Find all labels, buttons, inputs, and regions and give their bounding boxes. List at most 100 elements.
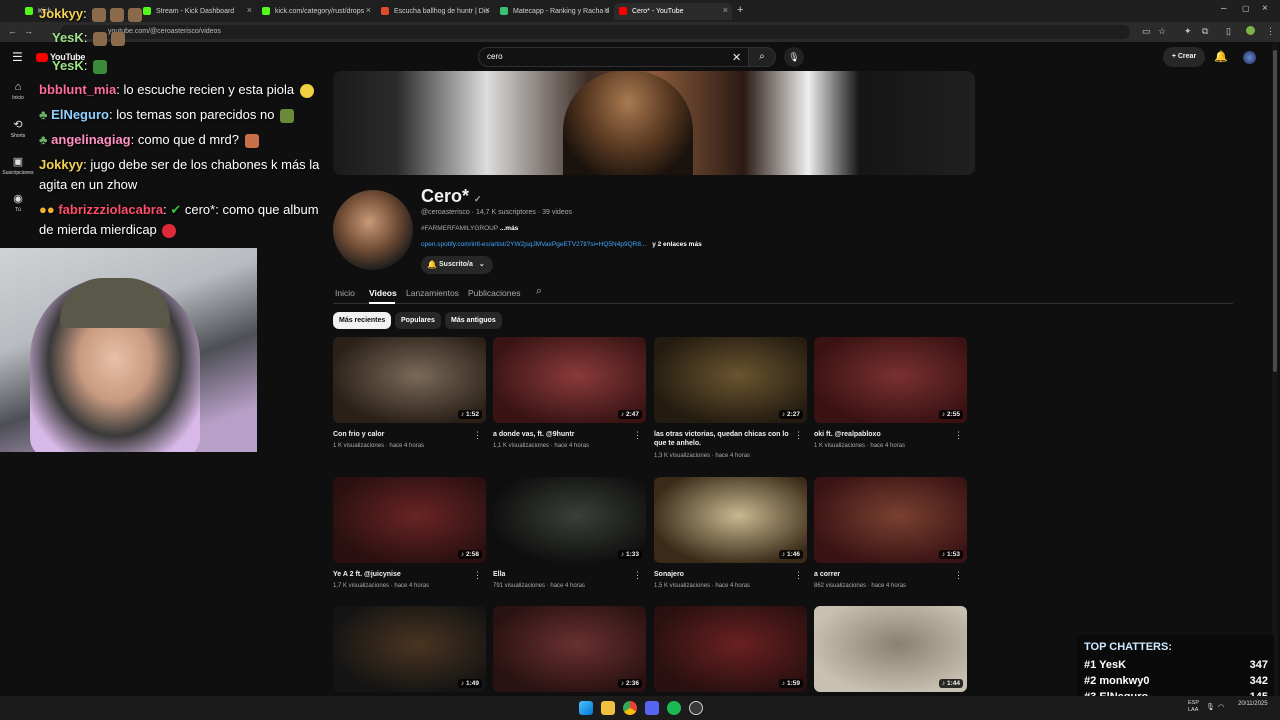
video-card[interactable]: ♪ 2:58 Ye A 2 ft. @juicynise 1,7 K visuali… (333, 477, 486, 589)
channel-search-icon[interactable]: ⌕ (536, 285, 542, 298)
channel-description[interactable]: #FARMERFAMILYGROUP ...más (421, 225, 518, 232)
video-title[interactable]: a correr (814, 570, 954, 579)
emote-icon (92, 7, 107, 22)
maximize-icon[interactable]: ▢ (1242, 4, 1250, 13)
hamburger-menu-icon[interactable]: ☰ (12, 50, 23, 64)
video-card[interactable]: ♪ 2:47 a donde vas, ft. @9huntr 1,1 K visu… (493, 337, 646, 449)
close-icon[interactable]: × (485, 5, 490, 15)
video-thumbnail[interactable]: ♪ 2:55 (814, 337, 967, 423)
extension-icon[interactable]: ✦ (1184, 26, 1192, 37)
minimize-icon[interactable]: – (1221, 3, 1227, 14)
discord-icon[interactable] (645, 701, 659, 715)
video-title[interactable]: Con frio y calor (333, 430, 473, 439)
cast-icon[interactable]: ▭ (1142, 26, 1151, 37)
video-menu-kebab-icon[interactable]: ⋮ (473, 570, 482, 581)
close-icon[interactable]: × (366, 5, 371, 15)
video-title[interactable]: Ella (493, 570, 633, 579)
spotify-icon[interactable] (667, 701, 681, 715)
sidebar-item-shorts[interactable]: ⟲ Shorts (0, 118, 36, 139)
video-thumbnail[interactable]: ♪ 1:49 (333, 606, 486, 692)
video-card[interactable]: ♪ 1:59 (654, 606, 807, 692)
video-title[interactable]: Sonajero (654, 570, 794, 579)
close-icon[interactable]: × (604, 5, 609, 15)
tab-inicio[interactable]: Inicio (335, 288, 355, 298)
sidebar-item-subscriptions[interactable]: ▣ Suscripciones (0, 155, 36, 176)
sidebar-item-home[interactable]: ⌂ Inicio (0, 81, 36, 101)
browser-tab[interactable]: Matecapp - Ranking y Racha d × (495, 3, 613, 20)
profile-icon[interactable] (1246, 26, 1255, 35)
chip-most-recent[interactable]: Más recientes (333, 312, 392, 329)
video-menu-kebab-icon[interactable]: ⋮ (794, 430, 803, 441)
more-links[interactable]: y 2 enlaces más (652, 241, 702, 248)
chip-oldest[interactable]: Más antiguos (445, 312, 502, 329)
video-card[interactable]: ♪ 1:49 (333, 606, 486, 692)
video-thumbnail[interactable]: ♪ 1:44 (814, 606, 967, 692)
video-card[interactable]: ♪ 2:27 las otras victorias, quedan chicas… (654, 337, 807, 459)
mic-tray-icon[interactable]: 🎙 (1206, 703, 1215, 711)
video-card[interactable]: ♪ 1:52 Con frio y calor 1 K visualizacione… (333, 337, 486, 449)
sidebar-item-you[interactable]: ◉ Tú (0, 192, 36, 213)
language-indicator[interactable]: ESP LAA (1188, 700, 1199, 714)
menu-kebab-icon[interactable]: ⋮ (1266, 26, 1275, 37)
wifi-tray-icon[interactable]: ◠ (1218, 703, 1224, 711)
notifications-bell-icon[interactable]: 🔔 (1214, 50, 1228, 63)
tab-lanzamientos[interactable]: Lanzamientos (406, 288, 459, 298)
search-button[interactable]: ⌕ (748, 47, 776, 67)
video-card[interactable]: ♪ 2:36 (493, 606, 646, 692)
search-input[interactable]: cero (478, 47, 750, 67)
video-card[interactable]: ♪ 1:53 a correr 862 visualizaciones · hace… (814, 477, 967, 589)
video-menu-kebab-icon[interactable]: ⋮ (954, 430, 963, 441)
windows-start-icon[interactable] (579, 701, 593, 715)
obs-icon[interactable] (689, 701, 703, 715)
video-card[interactable]: ♪ 2:55 oki ft. @realpabloxo 1 K visualizac… (814, 337, 967, 449)
close-icon[interactable]: × (723, 5, 728, 15)
video-card[interactable]: ♪ 1:33 Ella 791 visualizaciones · hace 4 h… (493, 477, 646, 589)
video-thumbnail[interactable]: ♪ 1:59 (654, 606, 807, 692)
video-title[interactable]: Ye A 2 ft. @juicynise (333, 570, 473, 579)
video-thumbnail[interactable]: ♪ 2:58 (333, 477, 486, 563)
browser-tab[interactable]: Escucha ballhog de huntr | Dis × (376, 3, 494, 20)
bookmark-star-icon[interactable]: ☆ (1158, 26, 1166, 37)
video-menu-kebab-icon[interactable]: ⋮ (794, 570, 803, 581)
video-thumbnail[interactable]: ♪ 1:52 (333, 337, 486, 423)
file-explorer-icon[interactable] (601, 701, 615, 715)
puzzle-icon[interactable]: ⧉ (1202, 26, 1208, 37)
video-menu-kebab-icon[interactable]: ⋮ (633, 430, 642, 441)
video-menu-kebab-icon[interactable]: ⋮ (954, 570, 963, 581)
video-thumbnail[interactable]: ♪ 1:53 (814, 477, 967, 563)
kick-favicon-icon (25, 7, 33, 15)
spotify-link[interactable]: open.spotify.com/intl-es/artist/2YW2jsqJ… (421, 241, 646, 248)
window-close-icon[interactable]: × (1262, 3, 1268, 14)
voice-search-button[interactable]: 🎙 (784, 47, 804, 67)
create-button[interactable]: + Crear (1163, 47, 1205, 67)
video-title[interactable]: oki ft. @realpabloxo (814, 430, 954, 439)
video-thumbnail[interactable]: ♪ 2:27 (654, 337, 807, 423)
video-title[interactable]: las otras victorias, quedan chicas con l… (654, 430, 794, 448)
account-avatar[interactable] (1243, 51, 1256, 64)
tab-videos[interactable]: Videos (369, 288, 397, 298)
browser-tab-active[interactable]: Cero* - YouTube × (614, 3, 732, 20)
video-thumbnail[interactable]: ♪ 2:47 (493, 337, 646, 423)
clock[interactable]: 20/11/2025 (1238, 700, 1268, 708)
forward-icon[interactable]: → (24, 26, 33, 36)
video-menu-kebab-icon[interactable]: ⋮ (633, 570, 642, 581)
video-thumbnail[interactable]: ♪ 1:46 (654, 477, 807, 563)
clear-search-icon[interactable]: ✕ (732, 51, 741, 64)
scrollbar-thumb[interactable] (1273, 50, 1277, 372)
video-thumbnail[interactable]: ♪ 2:36 (493, 606, 646, 692)
channel-avatar[interactable] (333, 190, 413, 270)
subscribed-button[interactable]: 🔔 Suscrito/a ⌄ (421, 256, 493, 274)
more-link[interactable]: ...más (500, 225, 518, 232)
video-menu-kebab-icon[interactable]: ⋮ (473, 430, 482, 441)
back-icon[interactable]: ← (8, 26, 17, 36)
sidepanel-icon[interactable]: ▯ (1226, 26, 1231, 37)
chip-popular[interactable]: Populares (395, 312, 441, 329)
new-tab-icon[interactable]: + (737, 4, 743, 16)
video-thumbnail[interactable]: ♪ 1:33 (493, 477, 646, 563)
video-title[interactable]: a donde vas, ft. @9huntr (493, 430, 633, 439)
badge-icon: ♣ (39, 132, 48, 147)
chrome-icon[interactable] (623, 701, 637, 715)
video-card[interactable]: ♪ 1:44 (814, 606, 967, 692)
tab-publicaciones[interactable]: Publicaciones (468, 288, 520, 298)
video-card[interactable]: ♪ 1:46 Sonajero 1,5 K visualizaciones · ha… (654, 477, 807, 589)
